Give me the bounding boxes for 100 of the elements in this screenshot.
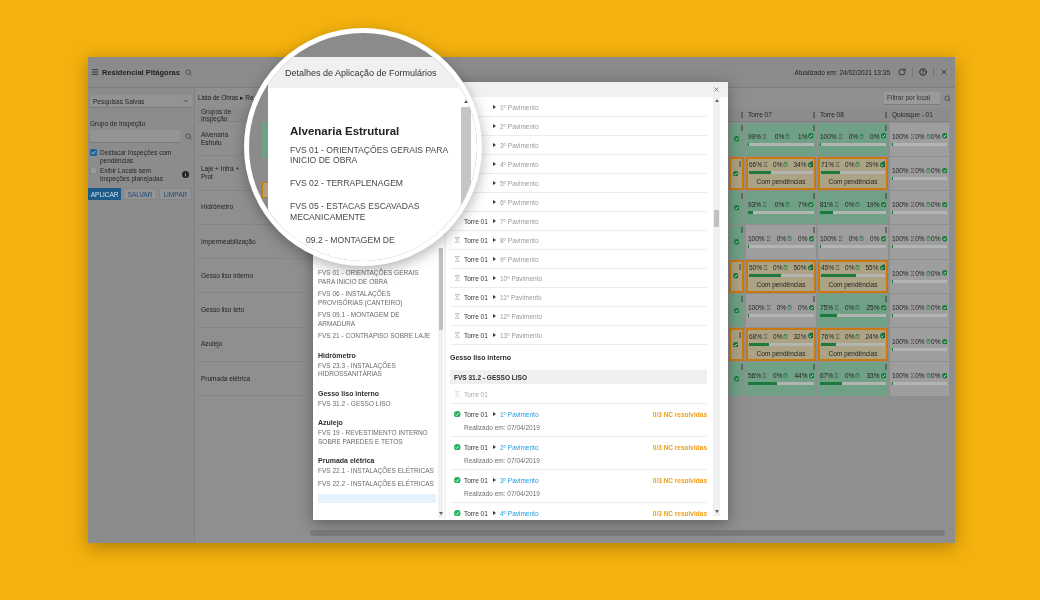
clipboard-icon bbox=[785, 202, 791, 208]
check-circle-icon bbox=[733, 136, 739, 142]
check-circle-icon bbox=[808, 373, 814, 379]
hourglass-icon bbox=[909, 339, 915, 345]
check-circle-icon bbox=[733, 239, 739, 245]
caret-right-icon bbox=[493, 257, 497, 261]
chevron-down-icon bbox=[183, 98, 189, 104]
caret-right-icon bbox=[493, 238, 497, 242]
form-item[interactable]: 09.2 - MONTAGEM DE bbox=[306, 234, 395, 245]
caret-down-icon[interactable] bbox=[714, 509, 719, 513]
form-item[interactable]: FVS 02 - TERRAPLENAGEM bbox=[290, 178, 456, 189]
search-icon[interactable] bbox=[944, 94, 951, 102]
check-circle-icon bbox=[941, 270, 947, 276]
check-circle-icon bbox=[879, 333, 885, 339]
check-circle-icon bbox=[732, 341, 738, 348]
caret-right-icon bbox=[493, 314, 497, 318]
grid-cell[interactable] bbox=[729, 293, 744, 327]
form-item[interactable]: FVS 05 - ESTACAS ESCAVADAS MECANICAMENTE bbox=[290, 201, 456, 222]
scrollbar-thumb[interactable] bbox=[714, 210, 719, 228]
search-icon[interactable] bbox=[185, 133, 192, 140]
caret-right-icon bbox=[493, 276, 497, 280]
hourglass-icon bbox=[835, 333, 840, 339]
caret-right-icon bbox=[493, 143, 497, 147]
grid-cell[interactable] bbox=[729, 225, 744, 259]
hourglass-icon bbox=[909, 270, 915, 276]
clipboard-icon bbox=[925, 373, 931, 379]
horizontal-scrollbar[interactable] bbox=[310, 530, 945, 536]
clipboard-icon bbox=[783, 265, 789, 271]
caret-right-icon bbox=[493, 162, 497, 166]
caret-down-icon[interactable] bbox=[438, 511, 443, 515]
hourglass-icon bbox=[909, 133, 915, 139]
grid-cell[interactable] bbox=[729, 328, 744, 362]
hourglass-icon bbox=[909, 236, 915, 242]
check-circle-icon bbox=[941, 373, 947, 379]
hourglass-icon bbox=[763, 162, 768, 168]
caret-right-icon bbox=[493, 105, 497, 109]
caret-right-icon bbox=[493, 219, 497, 223]
close-icon[interactable] bbox=[940, 68, 948, 76]
grid-cell[interactable] bbox=[729, 362, 744, 396]
clipboard-icon bbox=[855, 373, 861, 379]
caret-right-icon bbox=[493, 478, 497, 482]
check-circle-icon bbox=[880, 133, 886, 139]
grid-cell[interactable] bbox=[729, 191, 744, 225]
caret-right-icon bbox=[493, 124, 497, 128]
form-item[interactable]: FVS 01 - ORIENTAÇÕES GERAIS PARA INICIO DE OBRA bbox=[290, 144, 456, 166]
hourglass-icon bbox=[765, 304, 771, 310]
clipboard-icon bbox=[859, 133, 865, 139]
check-circle-icon bbox=[732, 273, 738, 279]
check-circle-icon bbox=[880, 373, 886, 379]
hourglass-icon bbox=[834, 202, 839, 208]
clipboard-icon bbox=[925, 167, 931, 173]
caret-right-icon bbox=[493, 181, 497, 185]
clipboard-icon bbox=[925, 304, 931, 310]
check-circle-icon bbox=[808, 236, 814, 242]
hourglass-icon bbox=[835, 265, 840, 271]
check-circle-icon bbox=[733, 307, 739, 314]
hourglass-icon bbox=[909, 373, 915, 379]
caret-right-icon bbox=[493, 200, 497, 204]
scrollbar-track[interactable] bbox=[438, 248, 443, 518]
clipboard-icon bbox=[855, 202, 861, 208]
caret-right-icon bbox=[493, 333, 497, 337]
grid-cell[interactable] bbox=[729, 122, 744, 156]
group-field[interactable] bbox=[90, 130, 180, 143]
hourglass-icon bbox=[909, 167, 915, 173]
caret-right-icon bbox=[493, 295, 497, 299]
check-circle-icon bbox=[941, 167, 947, 174]
hourglass-icon bbox=[762, 202, 767, 208]
scrollbar-track[interactable] bbox=[713, 97, 720, 516]
refresh-icon[interactable] bbox=[898, 68, 906, 76]
dialog-title: Detalhes de Aplicação de Formulários bbox=[285, 67, 437, 78]
menu-icon[interactable] bbox=[91, 68, 99, 76]
check-circle-icon bbox=[808, 201, 814, 208]
grid-cell[interactable] bbox=[729, 259, 744, 293]
info-icon[interactable] bbox=[182, 171, 189, 178]
check-circle-icon bbox=[880, 236, 886, 242]
scrollbar-thumb[interactable] bbox=[438, 248, 443, 330]
grid-cell[interactable] bbox=[729, 156, 744, 190]
search-icon[interactable] bbox=[184, 68, 192, 76]
check-circle-icon bbox=[879, 162, 885, 168]
check-circle-icon bbox=[880, 201, 886, 208]
check-circle-icon bbox=[733, 376, 739, 382]
caret-up-icon[interactable] bbox=[714, 99, 719, 103]
checkbox[interactable] bbox=[90, 167, 97, 174]
clipboard-icon bbox=[925, 339, 931, 345]
caret-up-icon[interactable] bbox=[464, 100, 468, 104]
check-circle-icon bbox=[808, 133, 814, 139]
clipboard-icon bbox=[787, 304, 793, 310]
hourglass-icon bbox=[837, 133, 843, 139]
check-circle-icon bbox=[807, 264, 813, 271]
hourglass-icon bbox=[909, 202, 915, 208]
check-circle-icon bbox=[807, 333, 813, 339]
hourglass-icon bbox=[835, 162, 840, 168]
close-icon[interactable] bbox=[713, 86, 720, 93]
checkbox[interactable] bbox=[90, 149, 97, 156]
check-circle-icon bbox=[941, 133, 947, 139]
clipboard-icon bbox=[925, 202, 931, 208]
help-icon[interactable] bbox=[919, 68, 927, 76]
grid-cell bbox=[262, 182, 268, 198]
clipboard-icon bbox=[855, 265, 861, 271]
check-circle-icon bbox=[879, 264, 885, 271]
